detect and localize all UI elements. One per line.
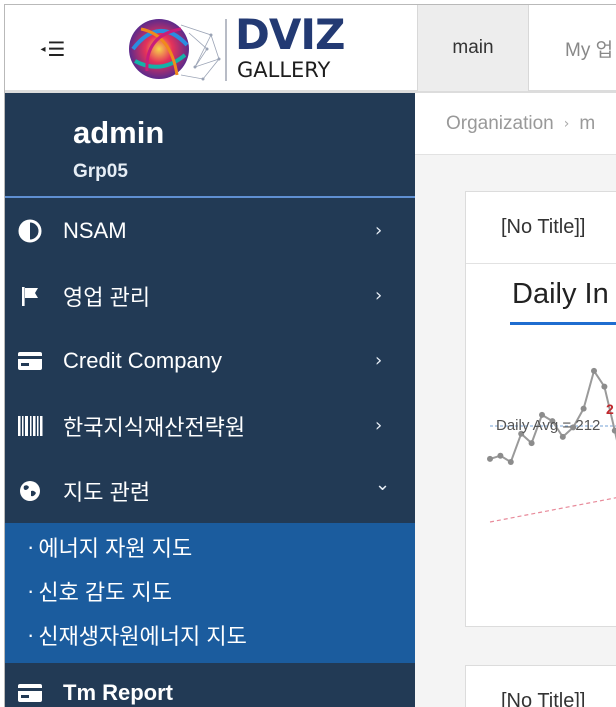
chart-card: [No Title]] Daily In Daily Avg = 212 2 [465,191,616,627]
sidebar-item-maps[interactable]: 지도 관련 ⌄ [5,458,415,523]
chevron-right-icon: › [375,415,383,436]
sidebar-item-label: 지도 관련 [63,479,151,505]
breadcrumb-item[interactable]: m [579,113,595,135]
tab-main[interactable]: main [417,5,529,91]
sidebar-item-label: NSAM [63,217,127,243]
chart-point[interactable] [580,405,587,412]
user-group: Grp05 [73,161,128,182]
submenu-item-signal-map[interactable]: · 신호 감도 지도 [5,569,415,613]
user-profile: admin Grp05 [5,93,415,198]
breadcrumb-item[interactable]: Organization [446,113,554,135]
chevron-right-icon: › [375,220,383,241]
chart-point[interactable] [559,433,566,440]
chart-point[interactable] [497,452,504,459]
top-header: ◂ ☰ DVIZ GALLERY main My 업 [5,5,616,93]
chevron-right-icon: › [375,285,383,306]
bullet-icon: · [27,622,35,647]
chart-title: Daily In [512,278,609,310]
chevron-right-icon: › [563,115,570,132]
logo-divider [225,19,227,81]
line-chart: Daily Avg = 212 2 [487,367,616,523]
sidebar-item-label: 영업 관리 [63,284,151,310]
submenu-item-label: 신호 감도 지도 [38,580,172,605]
chart-title-underline [510,322,616,325]
chart-point[interactable] [591,367,597,374]
sidebar-item-label: Tm Report [63,680,173,705]
submenu-item-energy-map[interactable]: · 에너지 자원 지도 [5,525,415,569]
card-title: [No Title]] [466,192,616,264]
chart-point[interactable] [528,440,535,447]
chart-trend-line [489,497,616,523]
sidebar-item-tm-report[interactable]: Tm Report [5,663,415,707]
chart-point[interactable] [601,383,608,390]
globe-icon [17,478,43,504]
main-content: Organization › m [No Title]] Daily In Da… [415,93,616,707]
chart-point[interactable] [611,427,616,434]
chevron-right-icon: › [375,350,383,371]
chart-average-label: Daily Avg = 212 [496,417,600,434]
sidebar-item-credit-company[interactable]: Credit Company › [5,328,415,393]
sidebar-item-sales[interactable]: 영업 관리 › [5,263,415,328]
logo-sub-text: GALLERY [237,58,331,82]
logo-text: DVIZ GALLERY [235,10,345,83]
contrast-icon [17,218,43,244]
submenu-item-label: 에너지 자원 지도 [38,536,193,561]
breadcrumb: Organization › m [415,93,616,155]
menu-toggle-button[interactable]: ◂ ☰ [5,5,101,93]
chevron-left-icon: ◂ [40,43,46,55]
logo-main-text: DVIZ [235,10,345,59]
flag-icon [17,283,43,309]
sidebar-item-kipa[interactable]: 한국지식재산전략원 › [5,393,415,458]
sidebar-item-label: 한국지식재산전략원 [63,414,246,440]
chart-card-2: [No Title]] [465,665,616,707]
card-title: [No Title]] [466,666,616,707]
chart-point[interactable] [507,459,514,465]
credit-card-icon [17,680,43,706]
bullet-icon: · [27,578,35,603]
logo-swirl-icon [129,19,221,81]
credit-card-icon [17,348,43,374]
tab-my[interactable]: My 업 [565,5,613,91]
barcode-icon [17,413,43,439]
chart-marker-label: 2 [606,401,614,417]
sidebar: admin Grp05 NSAM › 영업 관리 › Credit Compan… [5,93,415,707]
sidebar-item-nsam[interactable]: NSAM › [5,198,415,263]
chevron-down-icon: ⌄ [375,474,391,495]
submenu-item-renewable-map[interactable]: · 신재생자원에너지 지도 [5,613,415,657]
bullet-icon: · [27,534,35,559]
hamburger-icon: ☰ [47,37,66,61]
submenu-maps: · 에너지 자원 지도 · 신호 감도 지도 · 신재생자원에너지 지도 [5,523,415,663]
logo[interactable]: DVIZ GALLERY [101,5,415,93]
chart-point[interactable] [487,455,493,462]
sidebar-item-label: Credit Company [63,347,222,373]
username: admin [73,115,165,150]
submenu-item-label: 신재생자원에너지 지도 [38,624,247,649]
